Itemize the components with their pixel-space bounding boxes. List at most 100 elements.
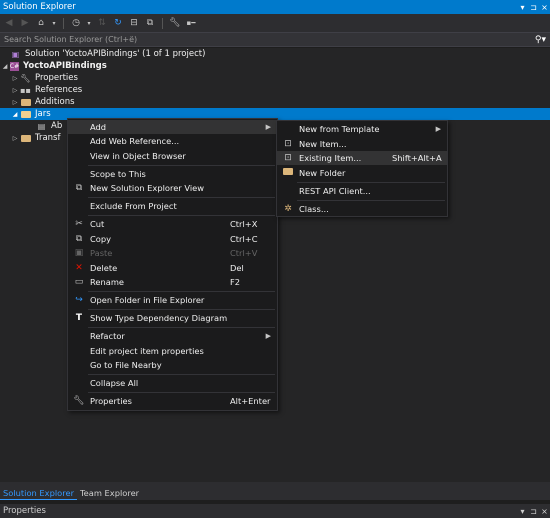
new-view-icon: ⧉ [75,183,83,193]
additions-label: Additions [35,97,75,107]
dropdown-icon[interactable]: ▾ [86,17,92,29]
menu-item-new-item[interactable]: ⊡ New Item... [277,137,447,151]
menu-item-scope-to-this[interactable]: Scope to This [68,167,277,181]
dropdown-icon[interactable]: ▾ [51,17,57,29]
close-icon[interactable]: × [539,3,550,12]
menu-item-rename[interactable]: ▭ Rename F2 [68,275,277,289]
menu-item-delete[interactable]: ✕ Delete Del [68,261,277,275]
home-icon[interactable]: ⌂ [35,17,47,29]
menu-item-new-folder[interactable]: New Folder [277,166,447,180]
tab-solution-explorer[interactable]: Solution Explorer [0,486,77,500]
ab-label: Ab [51,121,63,131]
menu-item-copy[interactable]: ⧉ Copy Ctrl+C [68,232,277,246]
back-icon[interactable]: ◀ [3,17,15,29]
menu-item-refactor[interactable]: Refactor ▶ [68,329,277,343]
window-dropdown-icon[interactable]: ▾ [517,3,528,12]
add-submenu: New from Template ▶ ⊡ New Item... ⊡ Exis… [276,120,448,217]
paste-icon: ▣ [74,248,84,258]
wrench-icon: 🔧︎ [20,73,31,83]
menu-separator [88,197,275,198]
cut-shortcut: Ctrl+X [230,219,258,229]
jars-label: Jars [35,109,51,119]
menu-item-collapse-all[interactable]: Collapse All [68,376,277,390]
properties-wrench-icon[interactable]: 🔧︎ [169,17,181,29]
toolbar-separator [63,17,64,29]
tab-team-explorer[interactable]: Team Explorer [77,486,142,500]
search-input[interactable]: Search Solution Explorer (Ctrl+ë) [4,35,530,44]
submenu-arrow-icon: ▶ [265,123,271,131]
menu-item-new-from-template[interactable]: New from Template ▶ [277,122,447,136]
delete-x-icon: ✕ [75,263,83,273]
menu-item-show-type-dependency[interactable]: T Show Type Dependency Diagram [68,311,277,325]
context-menu: Add ▶ Add Web Reference... View in Objec… [67,118,278,411]
pin-icon[interactable]: ⊐ [528,507,539,516]
menu-item-add-web-reference[interactable]: Add Web Reference... [68,134,277,148]
delete-shortcut: Del [230,263,244,273]
existing-item-icon: ⊡ [284,153,292,163]
menu-separator [88,215,275,216]
class-icon: ✲ [284,204,292,214]
type-diagram-icon: T [75,313,83,323]
show-all-files-icon[interactable]: ⧉ [144,17,156,29]
search-box[interactable]: Search Solution Explorer (Ctrl+ë) ⚲▾ [0,32,550,47]
solution-icon: ▣ [11,49,20,59]
menu-item-existing-item[interactable]: ⊡ Existing Item... Shift+Alt+A [277,151,447,165]
menu-item-open-folder[interactable]: ↪ Open Folder in File Explorer [68,293,277,307]
properties-title: Properties [3,506,46,516]
menu-separator [88,327,275,328]
menu-item-edit-project-item-properties[interactable]: Edit project item properties [68,344,277,358]
solution-explorer-toolbar: ◀ ▶ ⌂ ▾ ◷ ▾ ⇅ ↻ ⊟ ⧉ 🔧︎ ▪━ [0,14,550,32]
menu-item-add[interactable]: Add ▶ [68,120,277,134]
open-folder-arrow-icon: ↪ [75,295,83,305]
collapsed-arrow-icon[interactable]: ▷ [10,75,20,82]
menu-separator [88,374,275,375]
window-dropdown-icon[interactable]: ▾ [517,507,528,516]
menu-item-class[interactable]: ✲ Class... [277,202,447,216]
sync-icon[interactable]: ↻ [112,17,124,29]
pending-changes-icon[interactable]: ⇅ [96,17,108,29]
folder-icon [20,134,31,143]
menu-item-rest-api-client[interactable]: REST API Client... [277,184,447,198]
properties-label: Properties [35,73,78,83]
expanded-arrow-icon[interactable]: ◢ [0,63,10,70]
collapsed-arrow-icon[interactable]: ▷ [10,99,20,106]
menu-item-paste[interactable]: ▣ Paste Ctrl+V [68,246,277,260]
new-folder-icon [282,168,294,178]
tree-node-references[interactable]: ▷ ▪▪ References [0,84,550,96]
collapsed-arrow-icon[interactable]: ▷ [10,135,20,142]
bottom-tab-strip: Solution Explorer Team Explorer [0,482,550,500]
rename-shortcut: F2 [230,277,241,287]
close-icon[interactable]: × [539,507,550,516]
menu-item-go-to-file-nearby[interactable]: Go to File Nearby [68,358,277,372]
menu-item-cut[interactable]: ✂ Cut Ctrl+X [68,217,277,231]
menu-item-exclude-from-project[interactable]: Exclude From Project [68,199,277,213]
expanded-arrow-icon[interactable]: ◢ [10,111,20,118]
forward-icon[interactable]: ▶ [19,17,31,29]
menu-item-view-in-object-browser[interactable]: View in Object Browser [68,149,277,163]
properties-panel-header: Properties ▾ ⊐ × [0,502,550,518]
search-icon[interactable]: ⚲▾ [530,35,546,45]
new-item-icon: ⊡ [284,139,292,149]
references-icon: ▪▪ [20,85,31,95]
folder-icon [20,98,31,107]
menu-item-properties[interactable]: 🔧︎ Properties Alt+Enter [68,394,277,408]
submenu-arrow-icon: ▶ [265,332,271,340]
tree-node-additions[interactable]: ▷ Additions [0,96,550,108]
pin-icon[interactable]: ⊐ [528,3,539,12]
menu-item-new-solution-explorer-view[interactable]: ⧉ New Solution Explorer View [68,181,277,195]
history-icon[interactable]: ◷ [70,17,82,29]
toolbar-separator [162,17,163,29]
window-title: Solution Explorer [3,2,76,12]
collapsed-arrow-icon[interactable]: ▷ [10,87,20,94]
menu-separator [88,165,275,166]
tree-node-project[interactable]: ◢ C# YoctoAPIBindings [0,60,550,72]
collapse-all-icon[interactable]: ⊟ [128,17,140,29]
properties-shortcut: Alt+Enter [230,396,271,406]
preview-icon[interactable]: ▪━ [185,17,197,29]
copy-shortcut: Ctrl+C [230,234,258,244]
tree-node-properties[interactable]: ▷ 🔧︎ Properties [0,72,550,84]
tree-node-solution[interactable]: ▣ Solution 'YoctoAPIBindings' (1 of 1 pr… [0,48,550,60]
submenu-arrow-icon: ▶ [435,125,441,133]
existing-item-shortcut: Shift+Alt+A [392,153,442,163]
menu-separator [297,200,445,201]
